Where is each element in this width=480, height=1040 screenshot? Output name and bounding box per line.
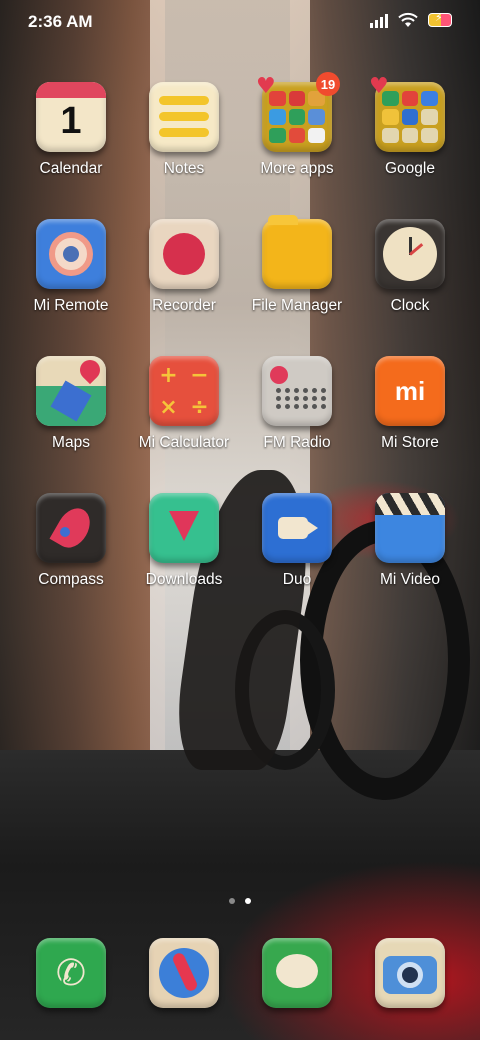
- status-icons: [370, 11, 452, 28]
- heart-icon: ♥: [256, 74, 276, 99]
- app-compass[interactable]: Compass: [11, 493, 131, 589]
- app-label: Mi Video: [379, 571, 441, 588]
- remote-icon: [36, 219, 106, 289]
- camera-icon: [375, 938, 445, 1008]
- page-dot[interactable]: [229, 898, 235, 904]
- folder-more-apps[interactable]: ♥ 19 More apps: [237, 72, 357, 178]
- maps-icon: [36, 356, 106, 426]
- app-label: Mi Store: [381, 434, 439, 451]
- app-label: More apps: [260, 160, 334, 177]
- app-clock[interactable]: Clock: [350, 219, 470, 315]
- app-mi-store[interactable]: mi Mi Store: [350, 356, 470, 452]
- video-call-icon: [262, 493, 332, 563]
- notes-icon: [149, 82, 219, 152]
- app-mi-calculator[interactable]: + − × ÷ Mi Calculator: [124, 356, 244, 452]
- app-label: Compass: [38, 571, 104, 588]
- app-label: Downloads: [145, 571, 223, 588]
- app-label: Notes: [163, 160, 205, 177]
- mi-store-icon: mi: [375, 356, 445, 426]
- app-calendar[interactable]: 1 Calendar: [11, 82, 131, 178]
- status-time: 2:36 AM: [28, 12, 93, 31]
- download-icon: [149, 493, 219, 563]
- app-label: Calendar: [39, 160, 103, 177]
- page-indicator[interactable]: [0, 898, 480, 904]
- mi-logo: mi: [394, 376, 426, 406]
- phone-icon: ✆: [36, 938, 106, 1008]
- calendar-day: 1: [60, 100, 82, 142]
- app-mi-video[interactable]: Mi Video: [350, 493, 470, 589]
- battery-charging-icon: [428, 11, 452, 27]
- wifi-icon: [398, 12, 418, 27]
- app-label: Mi Remote: [33, 297, 109, 314]
- app-maps[interactable]: Maps: [11, 356, 131, 452]
- compass-browser-icon: [149, 938, 219, 1008]
- folder-files-icon: [262, 215, 332, 289]
- app-fm-radio[interactable]: FM Radio: [237, 356, 357, 452]
- app-downloads[interactable]: Downloads: [124, 493, 244, 589]
- dock-messaging[interactable]: [237, 938, 357, 1008]
- folder-google[interactable]: ♥ Google: [350, 76, 470, 178]
- radio-icon: [262, 356, 332, 426]
- app-label: Duo: [282, 571, 312, 588]
- app-duo[interactable]: Duo: [237, 493, 357, 589]
- app-file-manager[interactable]: File Manager: [237, 215, 357, 315]
- app-mi-remote[interactable]: Mi Remote: [11, 219, 131, 315]
- app-label: FM Radio: [263, 434, 331, 451]
- page-dot-active[interactable]: [245, 898, 251, 904]
- message-icon: [262, 938, 332, 1008]
- heart-icon: ♥: [369, 74, 389, 99]
- folder-icon: ♥ 19: [256, 72, 340, 152]
- signal-icon: [370, 12, 388, 28]
- app-label: Recorder: [152, 297, 216, 314]
- app-label: Google: [385, 160, 435, 177]
- compass-icon: [36, 493, 106, 563]
- app-notes[interactable]: Notes: [124, 82, 244, 178]
- dock-browser[interactable]: [124, 938, 244, 1008]
- notification-badge: 19: [316, 72, 340, 96]
- calculator-icon: + − × ÷: [149, 356, 219, 426]
- app-label: File Manager: [251, 297, 343, 314]
- status-bar: 2:36 AM: [0, 0, 480, 44]
- app-label: Maps: [52, 434, 90, 451]
- folder-icon: ♥: [369, 76, 445, 152]
- dock-phone[interactable]: ✆: [11, 938, 131, 1008]
- clock-icon: [375, 219, 445, 289]
- recorder-icon: [149, 219, 219, 289]
- app-label: Clock: [390, 297, 430, 314]
- app-recorder[interactable]: Recorder: [124, 219, 244, 315]
- app-label: Mi Calculator: [138, 434, 230, 451]
- dock-camera[interactable]: [350, 938, 470, 1008]
- calendar-icon: 1: [36, 82, 106, 152]
- clapperboard-icon: [375, 493, 445, 563]
